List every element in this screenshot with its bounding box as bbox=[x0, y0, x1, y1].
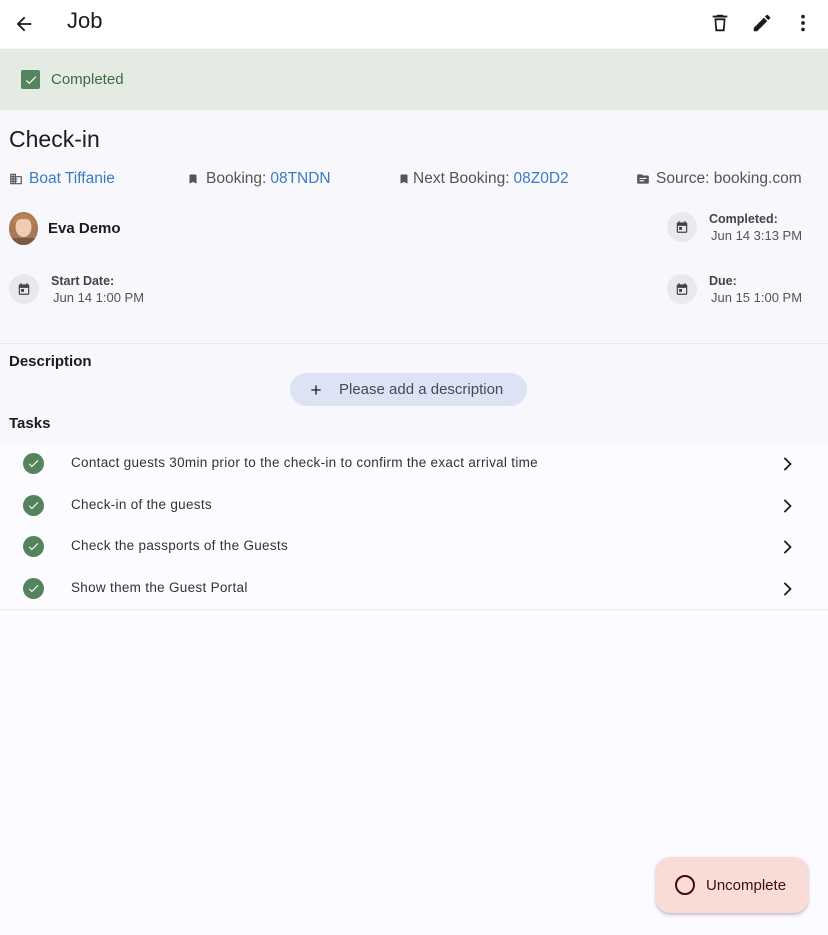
back-button[interactable] bbox=[8, 8, 40, 40]
uncomplete-label: Uncomplete bbox=[706, 876, 787, 894]
page-title: Job bbox=[67, 8, 103, 33]
uncomplete-button[interactable]: Uncomplete bbox=[656, 857, 808, 913]
start-date-label: Start Date: bbox=[51, 274, 115, 288]
next-booking-link[interactable]: 08Z0D2 bbox=[514, 170, 569, 188]
calendar-icon bbox=[667, 274, 697, 304]
task-item[interactable]: Check-in of the guests bbox=[0, 485, 828, 527]
bookmark-icon bbox=[186, 172, 200, 186]
job-screen: Job Completed Check-in Boat Tiffanie Boo… bbox=[0, 0, 828, 935]
start-date-value: Jun 14 1:00 PM bbox=[53, 290, 145, 305]
top-app-bar: Job bbox=[0, 0, 828, 48]
source-label: Source: booking.com bbox=[656, 170, 802, 187]
due-date-label: Due: bbox=[709, 274, 737, 288]
chevron-right-icon bbox=[780, 580, 794, 598]
circle-outline-icon bbox=[675, 875, 695, 895]
booking-info: Booking: 08TNDN bbox=[186, 170, 331, 188]
job-title: Check-in bbox=[9, 126, 100, 152]
property-name[interactable]: Boat Tiffanie bbox=[29, 170, 115, 188]
completed-date-label: Completed: bbox=[709, 212, 778, 226]
check-circle-icon bbox=[23, 453, 44, 474]
source-icon bbox=[636, 172, 650, 186]
booking-label: Booking: bbox=[206, 170, 267, 187]
task-label: Contact guests 30min prior to the check-… bbox=[71, 455, 538, 470]
more-options-button[interactable] bbox=[786, 6, 820, 40]
arrow-left-icon bbox=[16, 16, 32, 32]
building-icon bbox=[9, 172, 23, 186]
property-link[interactable]: Boat Tiffanie bbox=[9, 170, 115, 188]
calendar-icon bbox=[9, 274, 39, 304]
assignee-name: Eva Demo bbox=[48, 220, 121, 237]
task-label: Show them the Guest Portal bbox=[71, 579, 248, 595]
add-description-button[interactable]: Please add a description bbox=[290, 373, 527, 406]
next-booking-info: Next Booking: 08Z0D2 bbox=[397, 170, 569, 188]
task-item[interactable]: Show them the Guest Portal bbox=[0, 568, 828, 610]
assignee[interactable]: Eva Demo bbox=[9, 212, 121, 245]
chevron-right-icon bbox=[780, 455, 794, 473]
task-item[interactable]: Check the passports of the Guests bbox=[0, 526, 828, 568]
task-label: Check-in of the guests bbox=[71, 496, 212, 512]
tasks-heading: Tasks bbox=[9, 415, 51, 432]
check-circle-icon bbox=[23, 494, 44, 516]
task-item[interactable]: Contact guests 30min prior to the check-… bbox=[0, 443, 828, 485]
check-circle-icon bbox=[23, 577, 44, 599]
avatar bbox=[9, 212, 38, 245]
description-heading: Description bbox=[9, 353, 92, 370]
start-date: Start Date: Jun 14 1:00 PM bbox=[9, 274, 144, 307]
delete-button[interactable] bbox=[703, 6, 737, 40]
more-vert-icon bbox=[801, 14, 805, 32]
due-date-value: Jun 15 1:00 PM bbox=[711, 290, 803, 305]
trash-icon bbox=[712, 14, 728, 32]
next-booking-label: Next Booking: bbox=[413, 170, 510, 187]
edit-button[interactable] bbox=[745, 6, 779, 40]
status-label: Completed bbox=[51, 71, 124, 88]
completed-date-value: Jun 14 3:13 PM bbox=[711, 228, 803, 243]
checkbox-checked-icon bbox=[21, 70, 40, 89]
add-description-label: Please add a description bbox=[339, 381, 504, 398]
bookmark-icon bbox=[397, 172, 411, 186]
pencil-icon bbox=[753, 14, 771, 32]
status-banner: Completed bbox=[0, 49, 828, 110]
booking-link[interactable]: 08TNDN bbox=[270, 170, 330, 188]
calendar-icon bbox=[667, 212, 697, 242]
due-date: Due: Jun 15 1:00 PM bbox=[667, 274, 802, 307]
task-label: Check the passports of the Guests bbox=[71, 538, 289, 553]
check-circle-icon bbox=[23, 536, 44, 557]
source-info: Source: booking.com bbox=[636, 170, 802, 188]
job-header: Check-in Boat Tiffanie Booking: 08TNDN N… bbox=[0, 110, 828, 344]
chevron-right-icon bbox=[780, 538, 794, 556]
plus-icon bbox=[308, 382, 324, 398]
chevron-right-icon bbox=[780, 497, 794, 515]
task-list: Contact guests 30min prior to the check-… bbox=[0, 443, 828, 610]
completed-date: Completed: Jun 14 3:13 PM bbox=[667, 212, 802, 245]
